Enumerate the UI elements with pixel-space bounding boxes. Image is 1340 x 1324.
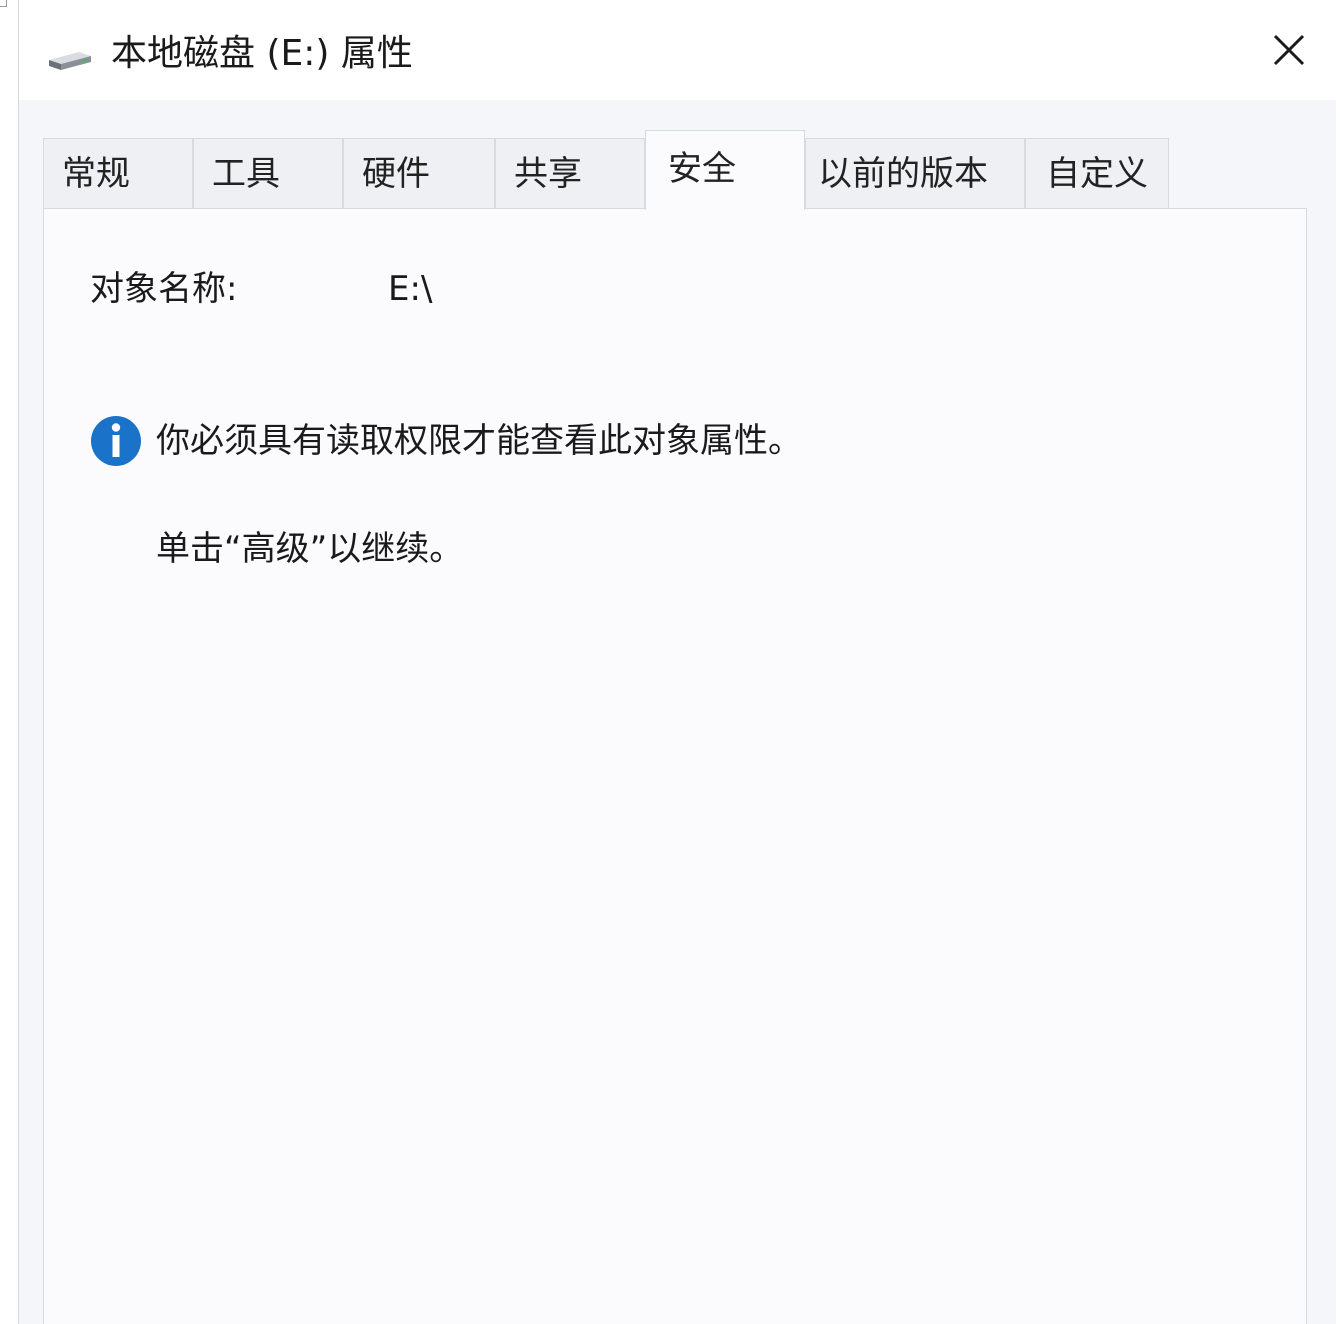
security-panel: 对象名称: E:\ 你必须具有读取权限才能查看此对象属性。 单击“高级”以继续。	[43, 208, 1307, 1324]
tab-sharing[interactable]: 共享	[495, 138, 645, 208]
object-name-value: E:\	[388, 269, 433, 309]
tab-customize-label: 自定义	[1046, 154, 1148, 194]
tab-hardware[interactable]: 硬件	[343, 138, 495, 208]
tab-previous-versions[interactable]: 以前的版本	[805, 138, 1025, 208]
tab-tools-label: 工具	[212, 154, 280, 194]
hint-message: 单击“高级”以继续。	[156, 529, 464, 569]
tab-sharing-label: 共享	[514, 154, 582, 194]
tab-hardware-label: 硬件	[362, 154, 430, 194]
tab-tools[interactable]: 工具	[193, 138, 343, 208]
tab-general[interactable]: 常规	[43, 138, 193, 208]
title-bar[interactable]: 本地磁盘 (E:) 属性	[19, 0, 1337, 100]
tab-general-label: 常规	[62, 154, 130, 194]
tab-security-label: 安全	[668, 149, 736, 189]
close-icon[interactable]	[1267, 28, 1311, 72]
window-title: 本地磁盘 (E:) 属性	[111, 33, 413, 74]
drive-icon	[49, 52, 91, 70]
info-icon	[91, 416, 141, 466]
tab-security[interactable]: 安全	[645, 130, 805, 210]
properties-dialog: 本地磁盘 (E:) 属性 常规 工具 硬件 共享 安全 以前的版本 自定义 对象…	[18, 0, 1337, 1324]
object-name-label: 对象名称:	[90, 269, 238, 309]
tab-strip: 常规 工具 硬件 共享 安全 以前的版本 自定义	[43, 130, 1313, 210]
tab-previous-versions-label: 以前的版本	[818, 154, 988, 194]
window-corner-mark	[0, 0, 7, 7]
tab-customize[interactable]: 自定义	[1025, 138, 1169, 208]
info-message: 你必须具有读取权限才能查看此对象属性。	[156, 421, 802, 461]
